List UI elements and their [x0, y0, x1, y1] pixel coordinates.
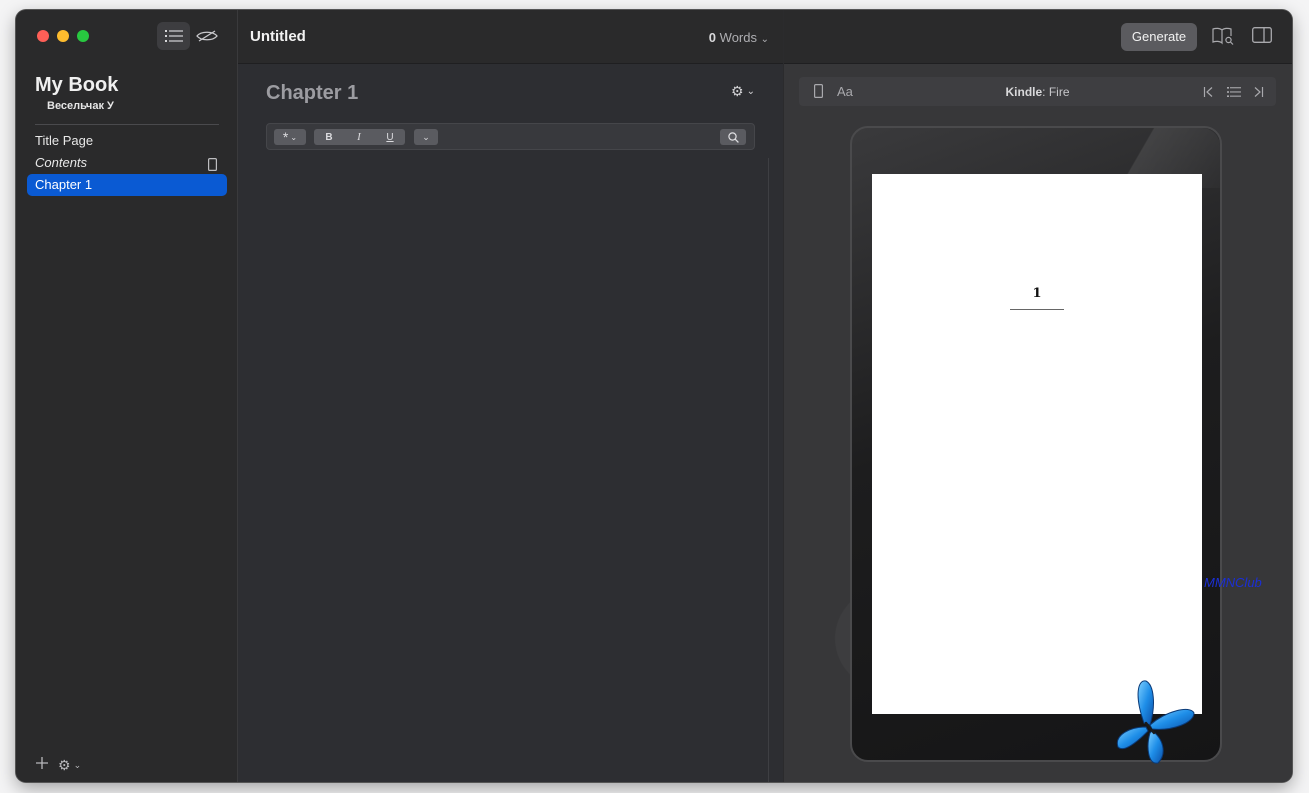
style-menu-button[interactable]: * ⌄	[274, 129, 306, 145]
gear-icon: ⚙	[731, 83, 744, 99]
format-toolbar: * ⌄ B I U ⌄	[266, 123, 755, 150]
watermark-text: MMNClub	[1204, 575, 1262, 590]
preview-pane: Generate Aa Kindle: Fire 1 MMNClub	[784, 10, 1292, 782]
word-count-value: 0	[708, 30, 717, 45]
sidebar-item-label: Contents	[35, 155, 88, 170]
page-chapter-number: 1	[1032, 286, 1042, 301]
chevron-down-icon: ⌄	[290, 132, 298, 142]
editor-pane: Untitled 0 Words ⌄ Chapter 1 ⚙ ⌄ * ⌄ B I…	[238, 10, 783, 782]
hide-preview-icon[interactable]	[190, 22, 223, 50]
preview-page: 1	[872, 174, 1202, 714]
word-count-label: Words	[719, 30, 757, 45]
first-page-icon[interactable]	[1203, 85, 1215, 103]
book-preview-icon[interactable]	[1212, 27, 1234, 50]
generate-button[interactable]: Generate	[1121, 23, 1197, 51]
chapter-title[interactable]: Chapter 1	[266, 82, 358, 105]
chevron-down-icon: ⌄	[422, 131, 430, 142]
bold-button[interactable]: B	[314, 129, 344, 145]
zoom-window-button[interactable]	[77, 30, 89, 42]
chevron-down-icon: ⌄	[746, 86, 755, 97]
preview-toolbar: Generate	[784, 10, 1292, 64]
document-title: Untitled	[250, 28, 306, 45]
search-icon	[727, 131, 739, 143]
book-title[interactable]: My Book	[35, 74, 118, 97]
last-page-icon[interactable]	[1252, 85, 1264, 103]
sidebar-settings-button[interactable]: ⚙ ⌄	[58, 757, 81, 774]
search-button[interactable]	[720, 129, 746, 145]
minimize-window-button[interactable]	[57, 30, 69, 42]
italic-button[interactable]: I	[344, 129, 374, 145]
sidebar-item-contents[interactable]: Contents	[27, 152, 227, 174]
chevron-down-icon: ⌄	[73, 760, 82, 770]
editor-scrollbar[interactable]	[768, 158, 769, 782]
sidebar-item-title-page[interactable]: Title Page	[27, 130, 227, 152]
asterisk-icon: *	[282, 129, 289, 145]
more-formats-button[interactable]: ⌄	[414, 129, 438, 145]
list-view-icon[interactable]	[157, 22, 190, 50]
sidebar-item-label: Title Page	[35, 133, 94, 148]
device-model: : Fire	[1042, 85, 1070, 99]
sidebar-item-label: Chapter 1	[35, 177, 93, 192]
editor-toolbar: Untitled 0 Words ⌄	[238, 10, 783, 64]
sidebar-divider	[35, 124, 219, 125]
app-window: My Book Весельчак У Title Page Contents …	[16, 10, 1292, 782]
chevron-down-icon: ⌄	[760, 34, 769, 45]
device-bar: Aa Kindle: Fire	[799, 77, 1276, 106]
add-icon[interactable]	[36, 757, 48, 769]
word-count-button[interactable]: 0 Words ⌄	[709, 30, 769, 45]
text-style-group: B I U	[314, 129, 405, 145]
gear-icon: ⚙	[58, 757, 71, 773]
underline-button[interactable]: U	[375, 129, 405, 145]
close-window-button[interactable]	[37, 30, 49, 42]
butterfly-logo-icon	[1116, 680, 1195, 764]
book-author[interactable]: Весельчак У	[47, 100, 114, 112]
sidebar-item-chapter-1[interactable]: Chapter 1	[27, 174, 227, 196]
sidebar: My Book Весельчак У Title Page Contents …	[16, 10, 238, 782]
chapter-settings-button[interactable]: ⚙ ⌄	[731, 83, 755, 100]
chapter-rule	[1010, 309, 1064, 310]
sidebar-right-icon[interactable]	[1252, 27, 1272, 48]
table-of-contents-icon[interactable]	[1227, 85, 1241, 103]
device-brand: Kindle	[1005, 85, 1043, 99]
